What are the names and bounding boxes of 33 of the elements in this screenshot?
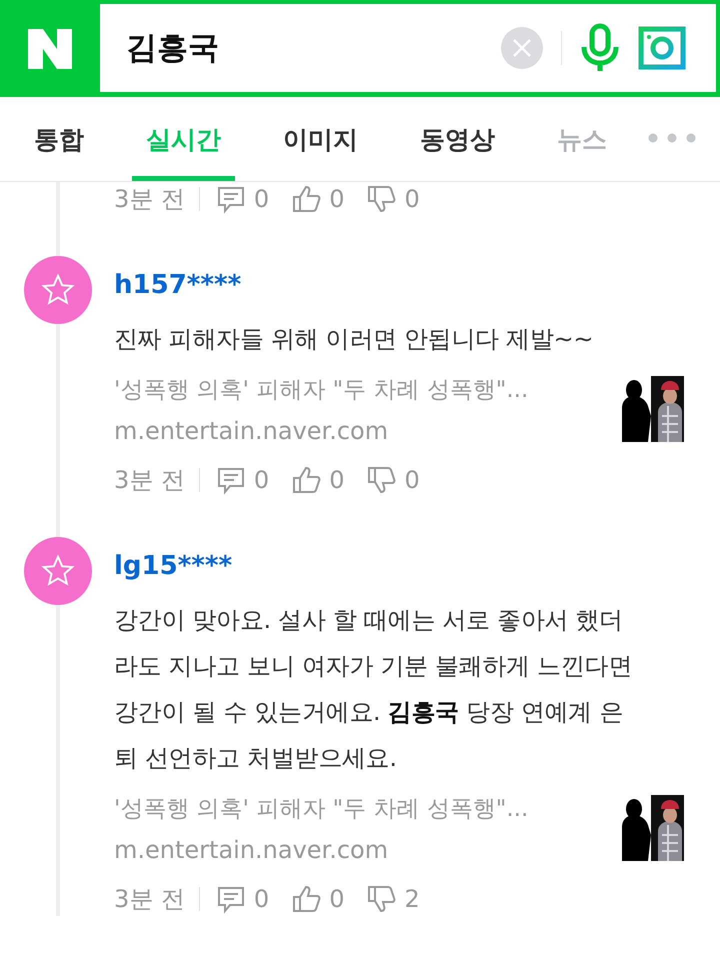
more-icon[interactable] (648, 133, 696, 143)
time-text: 3분 전 (114, 465, 185, 496)
like-button[interactable]: 0 (291, 465, 344, 495)
domain-text: m.entertain.naver.com (114, 836, 390, 864)
dislike-button[interactable]: 0 (366, 465, 420, 495)
reply-button[interactable]: 0 (216, 465, 270, 495)
search-tab[interactable]: 이미지 (269, 97, 372, 181)
dislike-button[interactable]: 0 (366, 184, 420, 214)
time-text: 3분 전 (114, 184, 185, 215)
article-link[interactable]: '성폭행 의혹' 피해자 "두 차례 성폭행"... (114, 793, 528, 824)
close-icon (511, 37, 533, 59)
like-button[interactable]: 0 (291, 184, 344, 214)
microphone-icon[interactable] (580, 23, 620, 73)
like-button[interactable]: 0 (291, 884, 344, 914)
time-text: 3분 전 (114, 884, 185, 915)
logo-icon[interactable] (28, 28, 72, 68)
article-link[interactable]: '성폭행 의혹' 피해자 "두 차례 성폭행"... (114, 374, 528, 405)
search-tab[interactable]: 동영상 (406, 97, 509, 181)
search-tab[interactable]: 통합 (20, 97, 98, 181)
search-field[interactable]: 김흥국 (124, 29, 483, 67)
camera-icon[interactable] (638, 26, 686, 70)
dislike-button[interactable]: 2 (366, 884, 420, 914)
reply-button[interactable]: 0 (216, 184, 270, 214)
search-tab[interactable]: 실시간 (132, 97, 235, 181)
username-link[interactable]: h157**** (114, 270, 676, 300)
username-link[interactable]: lg15**** (114, 551, 676, 581)
search-tab[interactable]: 뉴스 (543, 97, 621, 181)
comment-text: 강간이 맞아요. 설사 할 때에는 서로 좋아서 했더라도 지나고 보니 여자가 기분 불쾌하게 느낀다면 강간이 될 수 있는거에요. 김흥국 당장 연예계 은퇴 선언하고 처벌받으세요. (114, 605, 633, 774)
comment-text: 진짜 피해자들 위해 이러면 안됩니다 제발~~ (114, 324, 594, 355)
search-bar[interactable]: 김흥국 (100, 4, 716, 92)
clear-button[interactable] (501, 27, 543, 69)
domain-text: m.entertain.naver.com (114, 417, 390, 445)
reply-button[interactable]: 0 (216, 884, 270, 914)
